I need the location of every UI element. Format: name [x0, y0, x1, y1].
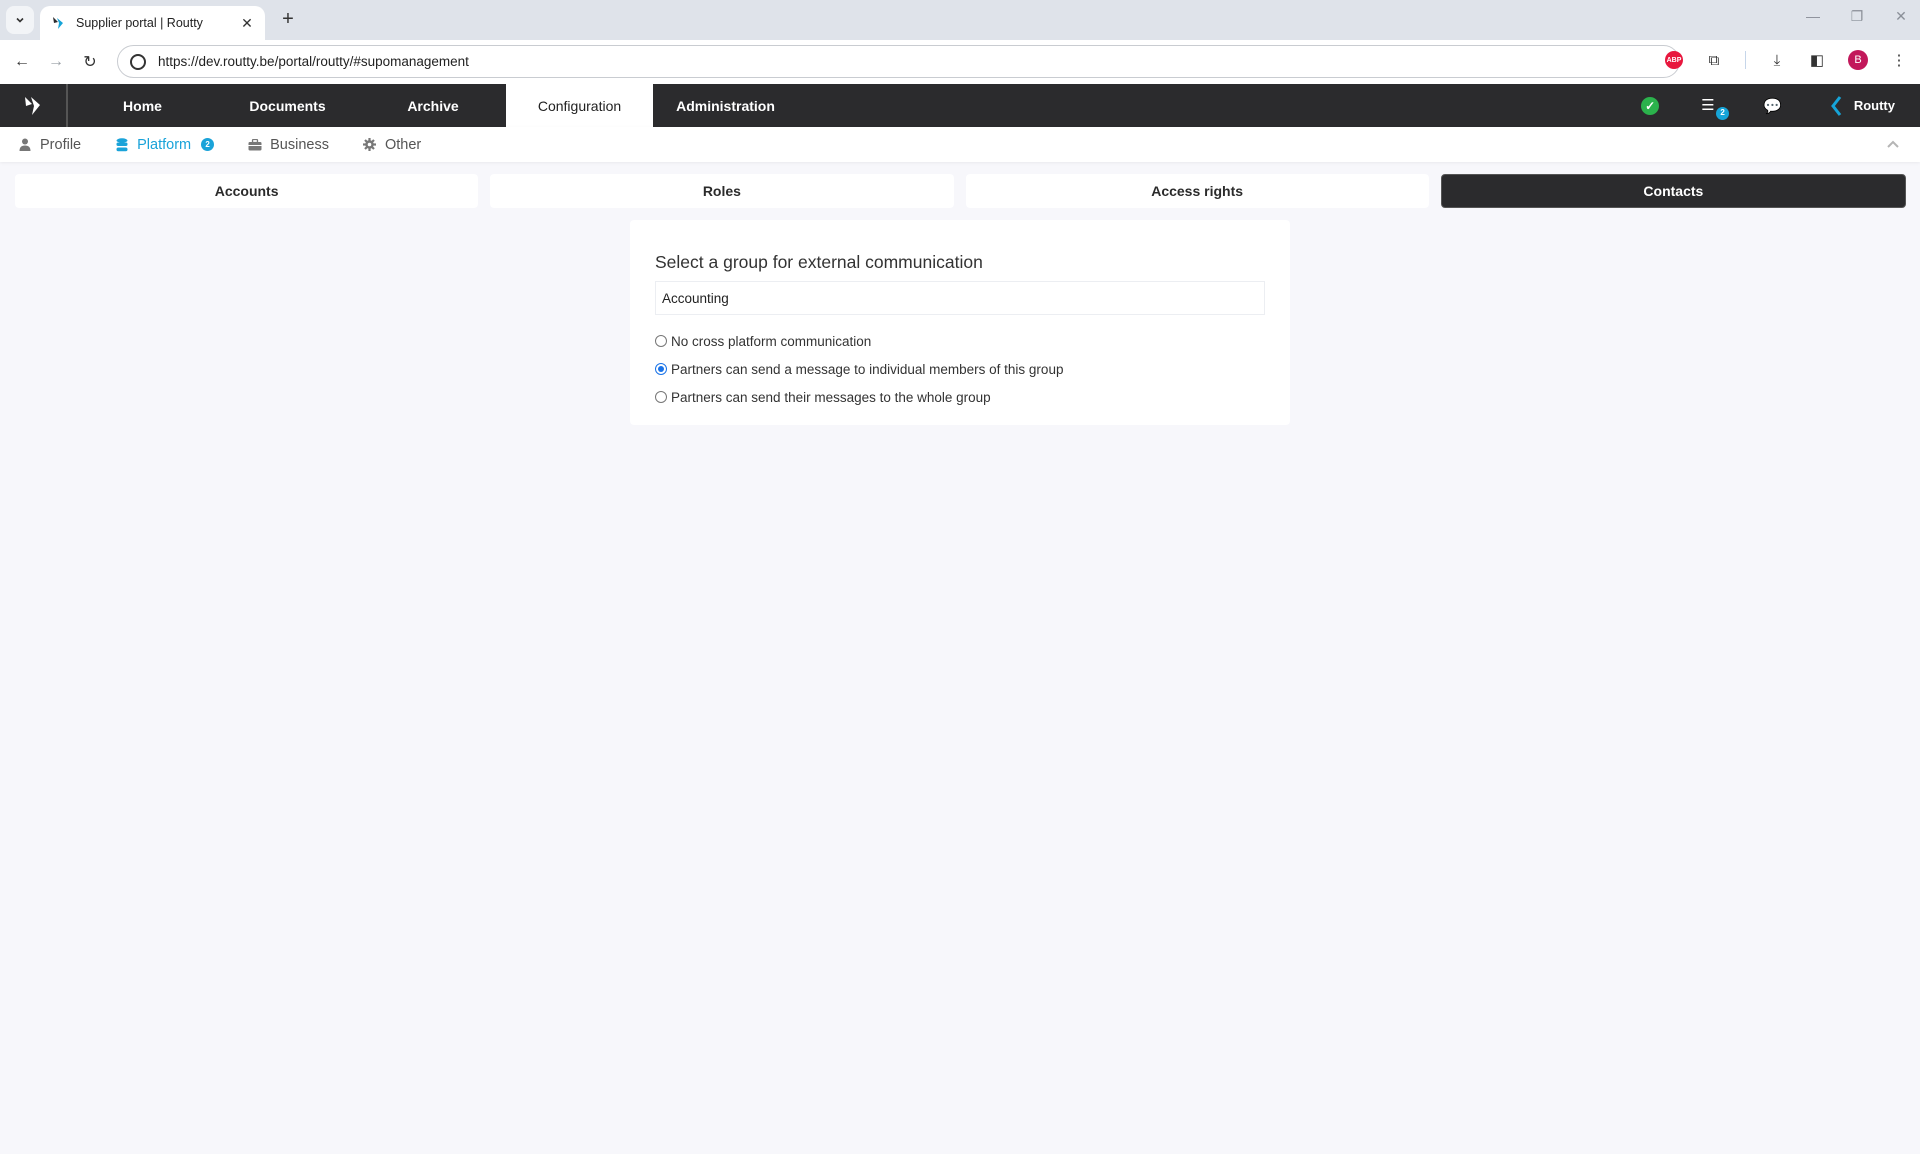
subnav-profile[interactable]: Profile	[18, 137, 81, 153]
platform-badge: 2	[201, 138, 215, 151]
brand-chevron-icon	[1830, 95, 1842, 116]
browser-toolbar: ← → ↻ https://dev.routty.be/portal/routt…	[0, 40, 1920, 84]
app-logo[interactable]	[0, 84, 68, 127]
url-text[interactable]: https://dev.routty.be/portal/routty/#sup…	[158, 54, 469, 69]
contacts-card: Select a group for external communicatio…	[630, 220, 1290, 425]
tab-contacts[interactable]: Contacts	[1440, 174, 1906, 208]
tasks-list-icon[interactable]: ☰ 2	[1701, 97, 1730, 120]
reload-icon: ↻	[83, 54, 97, 71]
tab-access-rights[interactable]: Access rights	[965, 174, 1429, 208]
toolbar-divider	[1745, 51, 1746, 69]
chat-icon[interactable]: 💬	[1763, 97, 1782, 115]
tab-title: Supplier portal | Routty	[76, 16, 203, 30]
option-label: Partners can send their messages to the …	[671, 389, 991, 405]
new-tab-button[interactable]: +	[276, 8, 300, 31]
section-tabs: Accounts Roles Access rights Contacts	[15, 174, 1906, 208]
forward-button[interactable]: →	[44, 50, 68, 74]
subnav-platform-label: Platform	[137, 136, 192, 153]
option-no-cross-platform[interactable]: No cross platform communication	[655, 327, 1265, 355]
sub-nav: Profile Platform 2 Business Other	[0, 127, 1920, 162]
user-icon	[18, 138, 32, 152]
tab-accounts[interactable]: Accounts	[15, 174, 479, 208]
nav-configuration[interactable]: Configuration	[506, 84, 653, 127]
nav-home[interactable]: Home	[70, 84, 215, 127]
nav-right-tools: ✓ ☰ 2 💬 Routty	[1641, 84, 1920, 127]
subnav-business-label: Business	[270, 136, 329, 153]
subnav-platform[interactable]: Platform 2	[115, 136, 215, 153]
subnav-profile-label: Profile	[40, 136, 82, 153]
restore-icon[interactable]: ❐	[1848, 8, 1866, 25]
app-top-nav: Home Documents Archive Configuration Adm…	[0, 84, 1920, 127]
reload-button[interactable]: ↻	[78, 50, 102, 74]
group-select-value: Accounting	[662, 290, 729, 306]
radio-individual-members[interactable]	[655, 363, 667, 375]
nav-archive[interactable]: Archive	[360, 84, 506, 127]
option-label: Partners can send a message to individua…	[671, 361, 1064, 377]
extensions-puzzle-icon[interactable]: ⧉	[1705, 52, 1723, 69]
option-individual-members[interactable]: Partners can send a message to individua…	[655, 355, 1265, 383]
routty-favicon-icon	[53, 17, 63, 29]
tab-search-button[interactable]	[6, 6, 34, 34]
nav-documents[interactable]: Documents	[215, 84, 360, 127]
site-info-icon[interactable]	[130, 53, 146, 70]
arrow-right-icon: →	[48, 53, 64, 70]
window-controls: — ❐ ✕	[1804, 8, 1910, 25]
minimize-icon[interactable]: —	[1804, 8, 1822, 25]
main-nav: Home Documents Archive Configuration Adm…	[70, 84, 798, 127]
routty-logo-icon	[25, 96, 40, 115]
tab-close-icon[interactable]: ✕	[239, 15, 255, 32]
chevron-up-icon[interactable]	[1886, 137, 1900, 151]
subnav-business[interactable]: Business	[248, 137, 329, 153]
subnav-other-label: Other	[384, 136, 422, 153]
tasks-badge: 2	[1716, 106, 1730, 120]
address-bar[interactable]: https://dev.routty.be/portal/routty/#sup…	[117, 45, 1680, 78]
more-menu-icon[interactable]: ⋮	[1890, 51, 1908, 69]
database-icon	[115, 137, 129, 152]
close-window-icon[interactable]: ✕	[1892, 8, 1910, 25]
gear-icon	[363, 138, 377, 152]
adblock-icon[interactable]: ABP	[1665, 51, 1683, 69]
status-ok-icon[interactable]: ✓	[1641, 96, 1660, 115]
option-whole-group[interactable]: Partners can send their messages to the …	[655, 383, 1265, 411]
tab-roles[interactable]: Roles	[490, 174, 954, 208]
account-name[interactable]: Routty	[1854, 98, 1895, 113]
extension-icons: ABP ⧉ ⤓ ◧ B ⋮	[1665, 50, 1908, 70]
subnav-other[interactable]: Other	[363, 137, 421, 153]
chevron-down-icon	[16, 17, 24, 23]
card-title: Select a group for external communicatio…	[655, 252, 983, 272]
profile-avatar[interactable]: B	[1848, 50, 1868, 70]
back-button[interactable]: ←	[10, 50, 34, 74]
download-icon[interactable]: ⤓	[1768, 52, 1786, 69]
browser-tab[interactable]: Supplier portal | Routty ✕	[40, 6, 265, 40]
side-panel-icon[interactable]: ◧	[1808, 51, 1826, 69]
option-label: No cross platform communication	[671, 333, 872, 349]
briefcase-icon	[248, 138, 262, 152]
group-select[interactable]: Accounting	[655, 281, 1265, 315]
radio-whole-group[interactable]	[655, 391, 667, 403]
arrow-left-icon: ←	[14, 53, 30, 70]
browser-tab-strip: Supplier portal | Routty ✕ + — ❐ ✕	[0, 0, 1920, 40]
nav-administration[interactable]: Administration	[653, 84, 798, 127]
radio-no-cross-platform[interactable]	[655, 335, 667, 347]
